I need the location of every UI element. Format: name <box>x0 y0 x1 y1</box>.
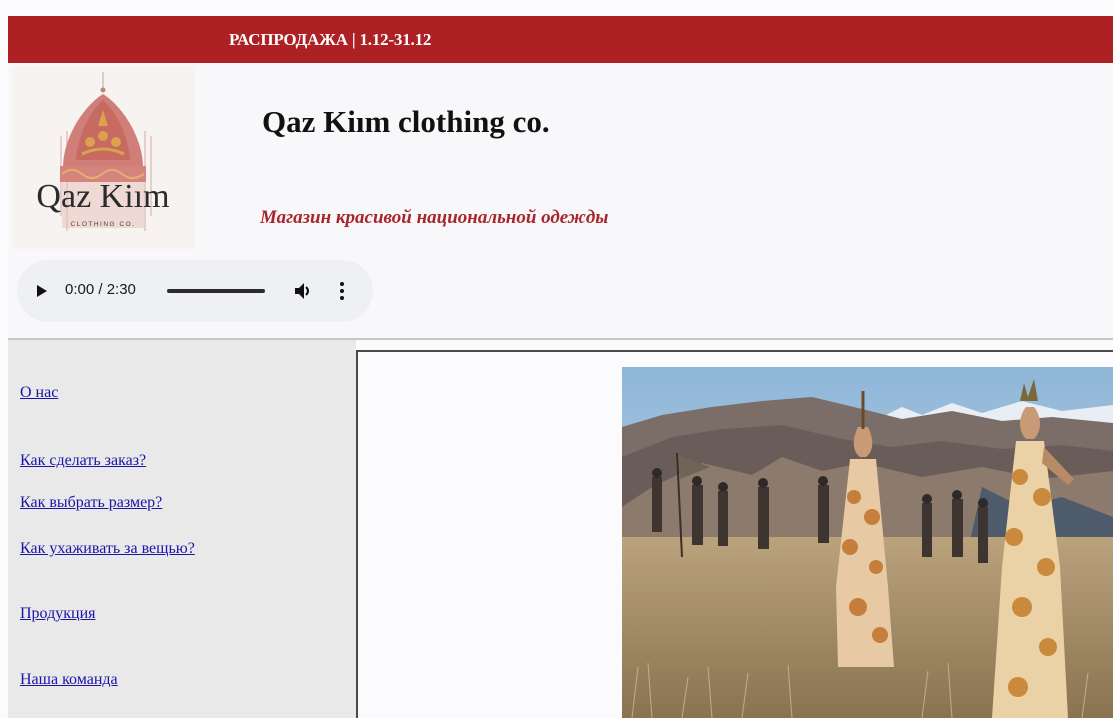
play-icon[interactable] <box>37 285 47 297</box>
sidebar-item-team[interactable]: Наша команда <box>20 671 118 689</box>
site-tagline: Магазин красивой национальной одежды <box>260 207 609 228</box>
sale-banner: РАСПРОДАЖА | 1.12-31.12 <box>8 16 1113 63</box>
svg-text:CLOTHING CO.: CLOTHING CO. <box>71 221 136 228</box>
yurt-crown-logo-icon: Qaz Kiım CLOTHING CO. <box>36 72 170 231</box>
audio-time-display: 0:00 / 2:30 <box>65 281 136 298</box>
sidebar-item-how-to-order[interactable]: Как сделать заказ? <box>20 452 146 470</box>
sidebar-item-care-guide[interactable]: Как ухаживать за вещью? <box>20 540 195 558</box>
brand-logo: Qaz Kiım CLOTHING CO. <box>12 66 195 249</box>
sidebar-item-size-guide[interactable]: Как выбрать размер? <box>20 494 162 512</box>
audio-progress-bar[interactable] <box>167 289 265 293</box>
sale-banner-text: РАСПРОДАЖА | 1.12-31.12 <box>229 30 432 49</box>
models-in-mountains-image <box>622 367 1113 718</box>
volume-icon[interactable] <box>293 280 313 302</box>
site-title: Qaz Kiım clothing co. <box>262 104 550 139</box>
svg-text:Qaz Kiım: Qaz Kiım <box>36 178 169 215</box>
sidebar-nav: О нас Как сделать заказ? Как выбрать раз… <box>8 340 356 718</box>
audio-player: 0:00 / 2:30 <box>17 260 373 322</box>
more-options-icon[interactable] <box>338 280 346 302</box>
sidebar-item-about[interactable]: О нас <box>20 384 58 402</box>
hero-photo <box>622 367 1113 718</box>
page: РАСПРОДАЖА | 1.12-31.12 Qaz Kiım CLOTHIN… <box>0 0 1113 718</box>
sidebar-item-products[interactable]: Продукция <box>20 605 96 623</box>
